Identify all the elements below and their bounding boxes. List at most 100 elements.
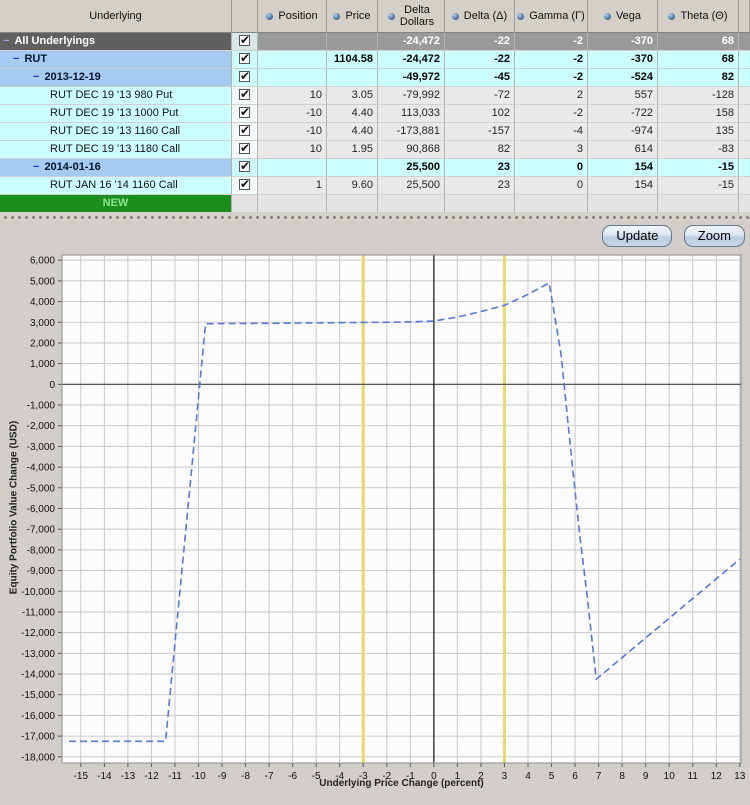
new-position-button[interactable]: NEW	[0, 195, 232, 213]
row-checkbox[interactable]	[239, 123, 250, 139]
cell-vega: -974	[588, 123, 658, 141]
checkbox-cell	[232, 33, 258, 51]
cell-position	[258, 69, 327, 87]
sort-bullet-icon[interactable]	[668, 12, 676, 20]
underlying-label: RUT JAN 16 '14 1160 Call	[0, 177, 232, 195]
cell-theta: -15	[658, 159, 739, 177]
sort-bullet-icon[interactable]	[517, 12, 525, 20]
cell-price: 4.40	[327, 123, 378, 141]
chart-button-bar: Update Zoom	[595, 225, 745, 247]
filler-cell	[739, 87, 750, 105]
cell-price	[327, 159, 378, 177]
cell-delta_dollars: -173,881	[378, 123, 445, 141]
sort-bullet-icon[interactable]	[387, 12, 395, 20]
y-tick-label: -2,000	[27, 421, 56, 432]
update-button[interactable]: Update	[602, 225, 673, 247]
collapse-icon[interactable]: −	[33, 71, 39, 83]
row-label-text: RUT	[24, 53, 48, 65]
column-header-price[interactable]: Price	[327, 0, 378, 33]
row-label-text: 2013-12-19	[44, 71, 101, 83]
y-tick-label: -4,000	[27, 463, 56, 474]
row-checkbox[interactable]	[239, 177, 250, 193]
cell-theta: 82	[658, 69, 739, 87]
underlying-label: RUT DEC 19 '13 980 Put	[0, 87, 232, 105]
cell-gamma: 0	[515, 177, 588, 195]
y-tick-label: -7,000	[27, 525, 56, 536]
collapse-icon[interactable]: −	[3, 35, 9, 47]
checkbox-cell	[232, 141, 258, 159]
column-header-delta_dollars[interactable]: Delta Dollars	[378, 0, 445, 33]
table-row-rut: −RUT 1104.58-24,472-22-2-37068	[0, 51, 750, 69]
filler-cell	[739, 159, 750, 177]
row-checkbox[interactable]	[239, 51, 250, 67]
plot-area[interactable]	[62, 255, 741, 763]
y-tick-label: -9,000	[27, 566, 56, 577]
row-checkbox[interactable]	[239, 87, 250, 103]
cell-position: -10	[258, 123, 327, 141]
row-label-text: RUT DEC 19 '13 980 Put	[50, 89, 173, 101]
cell-gamma	[515, 195, 588, 213]
zoom-button[interactable]: Zoom	[683, 225, 745, 247]
dotted-separator	[0, 213, 750, 222]
table-header-row: Underlying Position Price Delta Dollars Delt…	[0, 0, 750, 33]
cell-gamma: -2	[515, 105, 588, 123]
table-row-all-underlyings: −All Underlyings -24,472-22-2-37068	[0, 33, 750, 51]
y-tick-label: 0	[49, 380, 55, 391]
y-tick-label: 3,000	[30, 318, 55, 329]
underlying-label: − RUT	[0, 51, 232, 69]
sort-bullet-icon[interactable]	[333, 12, 341, 20]
cell-delta: 23	[445, 159, 515, 177]
underlying-label: RUT DEC 19 '13 1160 Call	[0, 123, 232, 141]
y-tick-label: 5,000	[30, 276, 55, 287]
column-header-vega[interactable]: Vega	[588, 0, 658, 33]
row-label-text: RUT JAN 16 '14 1160 Call	[50, 179, 178, 191]
pl-chart: 6,000 5,000 4,000 3,000 2,000 1,000 0 -1,000 -2,…	[21, 254, 746, 782]
underlying-label: RUT DEC 19 '13 1180 Call	[0, 141, 232, 159]
cell-theta: 68	[658, 51, 739, 69]
checkbox-cell	[232, 177, 258, 195]
row-label-text: RUT DEC 19 '13 1160 Call	[50, 125, 181, 137]
checkbox-cell	[232, 105, 258, 123]
row-checkbox[interactable]	[239, 141, 250, 157]
y-tick-label: -13,000	[21, 649, 55, 660]
underlying-label: − All Underlyings	[0, 33, 232, 51]
cell-vega: 154	[588, 177, 658, 195]
column-header-theta[interactable]: Theta (Θ)	[658, 0, 739, 33]
y-tick-label: -17,000	[21, 732, 55, 743]
row-checkbox[interactable]	[239, 159, 250, 175]
cell-delta: -45	[445, 69, 515, 87]
column-header-position[interactable]: Position	[258, 0, 327, 33]
sort-bullet-icon[interactable]	[451, 12, 459, 20]
collapse-icon[interactable]: −	[13, 53, 19, 65]
row-checkbox[interactable]	[239, 105, 250, 121]
cell-vega: 154	[588, 159, 658, 177]
cell-theta: -128	[658, 87, 739, 105]
cell-delta: -72	[445, 87, 515, 105]
column-header-gamma[interactable]: Gamma (Γ)	[515, 0, 588, 33]
cell-gamma: 3	[515, 141, 588, 159]
column-header-label: Underlying	[89, 10, 142, 22]
cell-delta_dollars: -24,472	[378, 51, 445, 69]
row-checkbox[interactable]	[239, 33, 250, 49]
checkbox-cell	[232, 195, 258, 213]
cell-gamma: 2	[515, 87, 588, 105]
cell-theta: -15	[658, 177, 739, 195]
cell-delta: 23	[445, 177, 515, 195]
row-checkbox[interactable]	[239, 69, 250, 85]
sort-bullet-icon[interactable]	[266, 12, 274, 20]
column-header-delta[interactable]: Delta (Δ)	[445, 0, 515, 33]
cell-gamma: -4	[515, 123, 588, 141]
row-label-text: RUT DEC 19 '13 1000 Put	[50, 107, 179, 119]
cell-delta: -22	[445, 33, 515, 51]
y-tick-label: -10,000	[21, 587, 55, 598]
table-row-new: NEW	[0, 195, 750, 213]
cell-position	[258, 33, 327, 51]
column-header-underlying[interactable]: Underlying	[0, 0, 232, 33]
column-header-label: Gamma (Γ)	[529, 10, 585, 22]
y-tick-label: -15,000	[21, 690, 55, 701]
table-row-rut-dec-19-13-1000-put: RUT DEC 19 '13 1000 Put -104.40113,033102…	[0, 105, 750, 123]
collapse-icon[interactable]: −	[33, 161, 39, 173]
sort-bullet-icon[interactable]	[603, 12, 611, 20]
table-row-rut-dec-19-13-980-put: RUT DEC 19 '13 980 Put 103.05-79,992-7225…	[0, 87, 750, 105]
filler-cell	[739, 177, 750, 195]
